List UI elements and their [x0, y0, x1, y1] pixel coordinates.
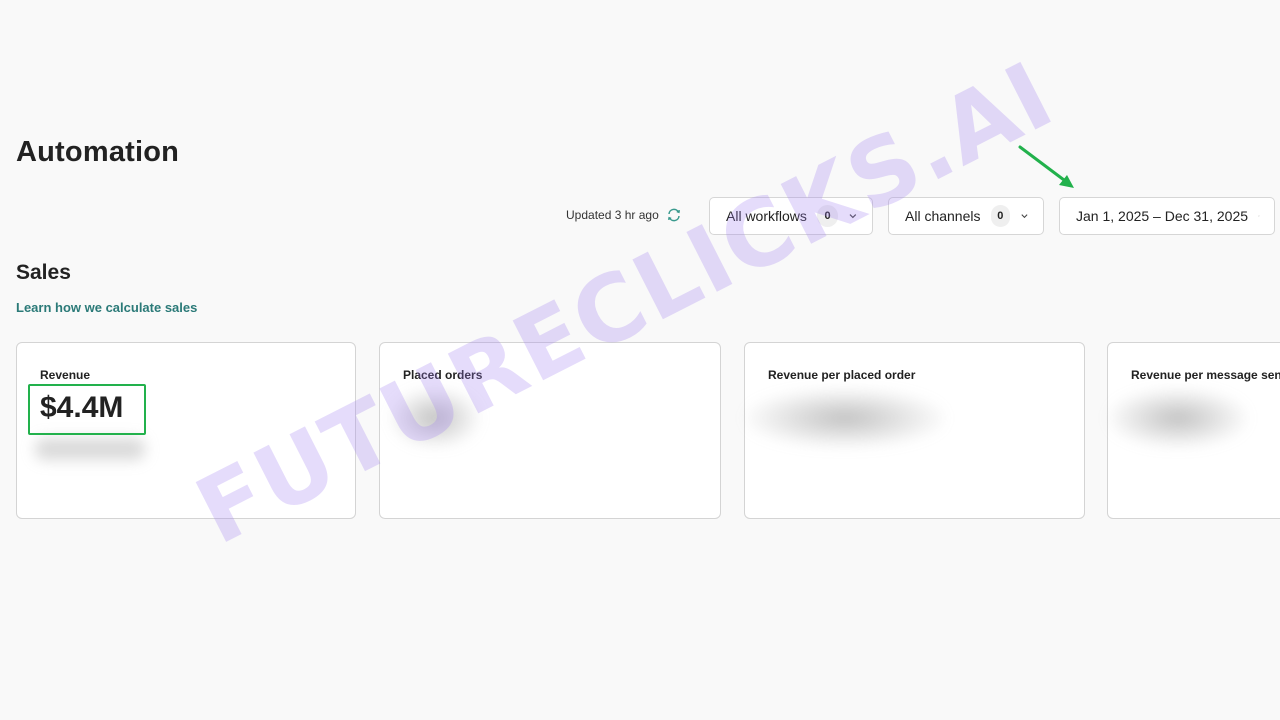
blurred-value: [1108, 388, 1248, 448]
page-title: Automation: [16, 136, 180, 168]
learn-sales-link[interactable]: Learn how we calculate sales: [16, 300, 197, 315]
card-label: Revenue per message sent: [1131, 368, 1280, 382]
workflows-filter[interactable]: All workflows 0: [709, 197, 873, 235]
workflows-filter-label: All workflows: [726, 208, 807, 224]
date-range-picker[interactable]: Jan 1, 2025 – Dec 31, 2025: [1059, 197, 1275, 235]
channels-filter-label: All channels: [905, 208, 981, 224]
annotation-arrow-icon: [1018, 145, 1074, 188]
channels-count-badge: 0: [990, 205, 1011, 227]
blurred-value: [745, 388, 945, 448]
updated-timestamp: Updated 3 hr ago: [566, 208, 659, 222]
sales-section-title: Sales: [16, 261, 71, 284]
date-range-label: Jan 1, 2025 – Dec 31, 2025: [1076, 208, 1249, 224]
revenue-per-message-card[interactable]: Revenue per message sent: [1107, 342, 1280, 519]
blurred-value: [390, 388, 480, 448]
card-label: Placed orders: [403, 368, 483, 382]
card-label: Revenue: [40, 368, 91, 382]
placed-orders-card[interactable]: Placed orders: [379, 342, 721, 519]
card-label: Revenue per placed order: [768, 368, 916, 382]
chevron-down-icon: [1021, 214, 1028, 219]
channels-filter[interactable]: All channels 0: [888, 197, 1044, 235]
chevron-down-icon: [1258, 215, 1260, 217]
revenue-per-order-card[interactable]: Revenue per placed order: [744, 342, 1085, 519]
workflows-count-badge: 0: [816, 205, 839, 227]
chevron-down-icon: [849, 214, 857, 219]
blurred-subtext: [35, 438, 145, 460]
refresh-icon[interactable]: [666, 207, 682, 223]
revenue-card[interactable]: Revenue $4.4M: [16, 342, 356, 519]
revenue-value: $4.4M: [40, 391, 124, 424]
